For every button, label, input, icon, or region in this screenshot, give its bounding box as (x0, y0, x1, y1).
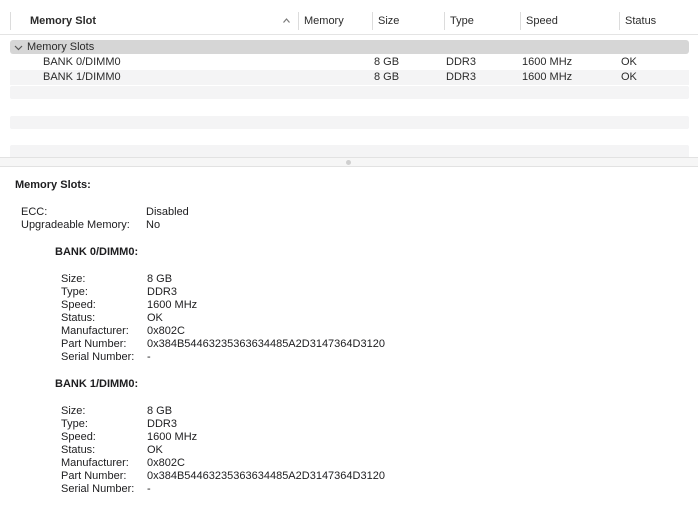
cell-type: DDR3 (446, 56, 476, 68)
field-label: Speed: (61, 431, 96, 443)
field-value: DDR3 (147, 286, 177, 298)
chevron-up-icon (283, 18, 290, 23)
field-label: Status: (61, 312, 96, 324)
field-label: Status: (61, 444, 96, 456)
group-label: Memory Slots (27, 41, 95, 53)
empty-row-stripe (10, 86, 689, 99)
column-header-status[interactable]: Status (619, 12, 698, 30)
column-header-memory[interactable]: Memory (298, 12, 372, 30)
summary-label-upgradeable: Upgradeable Memory: (21, 219, 130, 231)
group-row-memory-slots[interactable]: Memory Slots (10, 40, 689, 54)
cell-type: DDR3 (446, 71, 476, 83)
field-value: 8 GB (147, 405, 173, 417)
pane-splitter[interactable] (0, 157, 698, 167)
field-value: OK (147, 312, 163, 324)
field-label: Type: (61, 286, 88, 298)
field-value: 1600 MHz (147, 299, 198, 311)
field-value: - (147, 351, 151, 363)
field-value: 1600 MHz (147, 431, 198, 443)
table-row[interactable]: BANK 1/DIMM0 8 GB DDR3 1600 MHz OK (10, 70, 689, 85)
splitter-handle-icon[interactable] (346, 160, 351, 165)
field-label: Type: (61, 418, 88, 430)
field-label: Speed: (61, 299, 96, 311)
cell-status: OK (621, 71, 637, 83)
table-row[interactable]: BANK 0/DIMM0 8 GB DDR3 1600 MHz OK (10, 55, 689, 70)
field-value: 0x802C (147, 325, 185, 337)
column-header-size[interactable]: Size (372, 12, 444, 30)
bank-title: BANK 1/DIMM0: (55, 378, 139, 390)
chevron-down-icon[interactable] (14, 43, 23, 52)
field-value: 0x384B54463235363634485A2D3147364D3120 (147, 470, 385, 482)
field-label: Serial Number: (61, 483, 135, 495)
field-value: 0x802C (147, 457, 185, 469)
column-header-speed[interactable]: Speed (520, 12, 619, 30)
field-label: Size: (61, 405, 86, 417)
field-label: Manufacturer: (61, 457, 129, 469)
column-header-type[interactable]: Type (444, 12, 520, 30)
bank-title: BANK 0/DIMM0: (55, 246, 139, 258)
column-label: Memory Slot (30, 15, 97, 27)
column-header-memory-slot[interactable]: Memory Slot (10, 12, 298, 30)
field-label: Manufacturer: (61, 325, 129, 337)
field-value: 8 GB (147, 273, 173, 285)
cell-status: OK (621, 56, 637, 68)
cell-size: 8 GB (374, 56, 400, 68)
field-label: Serial Number: (61, 351, 135, 363)
field-value: - (147, 483, 151, 495)
summary-value-ecc: Disabled (146, 206, 189, 218)
field-label: Part Number: (61, 338, 127, 350)
field-value: OK (147, 444, 163, 456)
field-label: Size: (61, 273, 86, 285)
summary-label-ecc: ECC: (21, 206, 48, 218)
cell-speed: 1600 MHz (522, 71, 573, 83)
field-label: Part Number: (61, 470, 127, 482)
field-value: DDR3 (147, 418, 177, 430)
cell-slot: BANK 0/DIMM0 (43, 56, 121, 68)
memory-table: Memory Slot Memory Size Type Speed Statu… (0, 0, 698, 158)
field-value: 0x384B54463235363634485A2D3147364D3120 (147, 338, 385, 350)
table-header: Memory Slot Memory Size Type Speed Statu… (0, 8, 698, 35)
cell-speed: 1600 MHz (522, 56, 573, 68)
detail-title: Memory Slots: (15, 179, 91, 191)
summary-value-upgradeable: No (146, 219, 161, 231)
detail-pane: Memory Slots: ECC: Disabled Upgradeable … (0, 167, 698, 521)
empty-row-stripe (10, 116, 689, 129)
cell-size: 8 GB (374, 71, 400, 83)
cell-slot: BANK 1/DIMM0 (43, 71, 121, 83)
